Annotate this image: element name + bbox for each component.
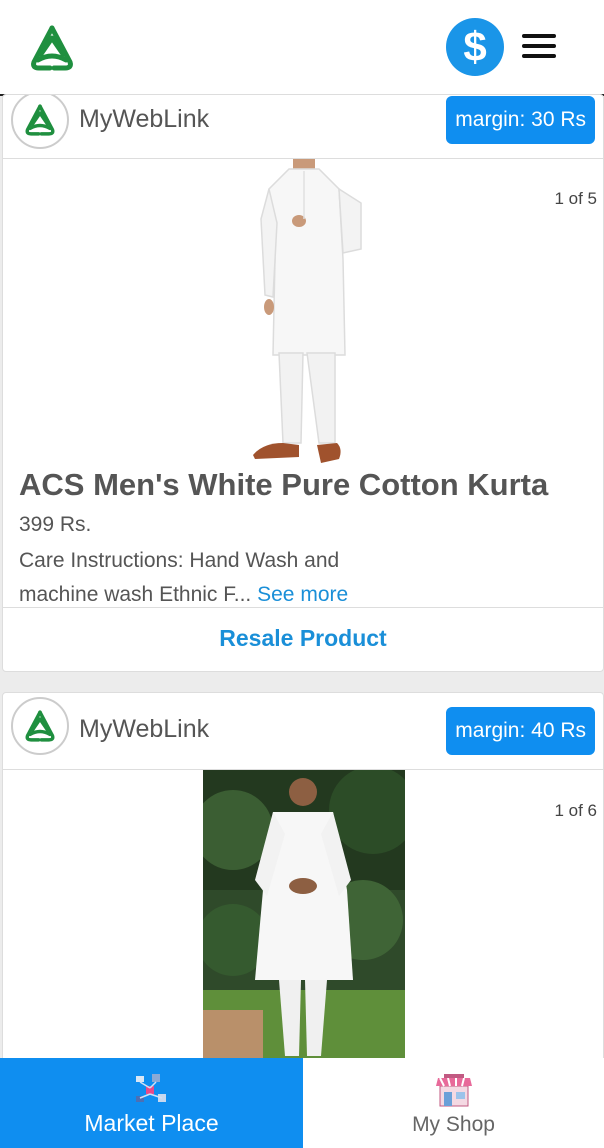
seller-avatar[interactable] <box>11 697 69 755</box>
nav-my-shop[interactable]: My Shop <box>303 1058 604 1148</box>
seller-name[interactable]: MyWebLink <box>79 105 209 134</box>
margin-badge: margin: 30 Rs <box>446 96 595 144</box>
product-image[interactable] <box>243 159 367 465</box>
seller-logo-icon <box>25 104 55 136</box>
product-price: 399 Rs. <box>19 513 92 536</box>
product-image[interactable] <box>203 770 405 1062</box>
slide-counter: 1 of 6 <box>554 801 597 820</box>
product-description: Care Instructions: Hand Wash and machine… <box>19 544 399 612</box>
hamburger-menu-icon[interactable] <box>522 34 556 60</box>
see-more-link[interactable]: See more <box>257 583 348 606</box>
shop-icon <box>435 1074 472 1107</box>
product-title[interactable]: ACS Men's White Pure Cotton Kurta <box>19 467 548 503</box>
bottom-navigation: Market Place My Shop <box>0 1058 604 1148</box>
app-header: $ <box>0 0 604 96</box>
seller-name[interactable]: MyWebLink <box>79 715 209 744</box>
earnings-dollar-button[interactable]: $ <box>446 18 504 76</box>
nav-market-place[interactable]: Market Place <box>0 1058 303 1148</box>
product-card: MyWebLink margin: 30 Rs 1 of 5 ACS Men's… <box>2 94 604 672</box>
app-screen: $ MyWebLink margin: 30 Rs 1 of 5 ACS Men… <box>0 0 604 1148</box>
card-footer: Resale Product <box>3 607 603 671</box>
brand-logo-icon[interactable] <box>26 24 78 72</box>
card-header: MyWebLink margin: 30 Rs <box>3 95 603 159</box>
seller-avatar[interactable] <box>11 95 69 149</box>
nav-market-place-label: Market Place <box>84 1110 219 1136</box>
card-header: MyWebLink margin: 40 Rs <box>3 693 603 770</box>
slide-counter: 1 of 5 <box>554 189 597 208</box>
nav-my-shop-label: My Shop <box>412 1113 495 1136</box>
resale-product-button[interactable]: Resale Product <box>219 625 386 651</box>
marketplace-icon <box>135 1074 166 1102</box>
seller-logo-icon <box>25 710 55 742</box>
product-card: MyWebLink margin: 40 Rs 1 of 6 <box>2 692 604 1062</box>
margin-badge: margin: 40 Rs <box>446 707 595 755</box>
